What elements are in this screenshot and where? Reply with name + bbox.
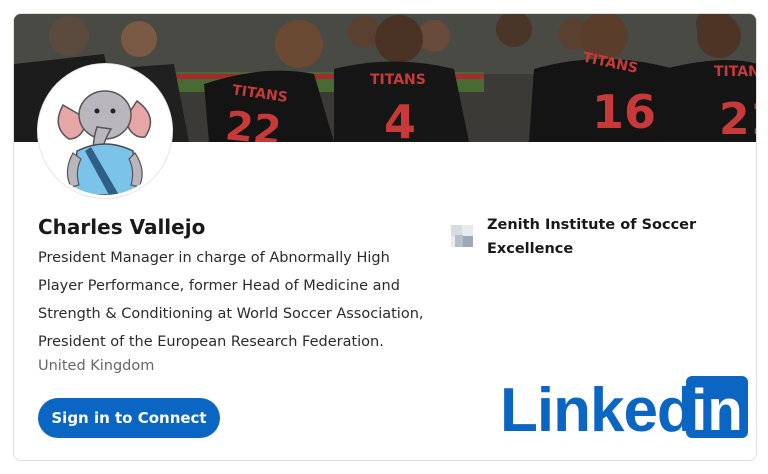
company-logo-icon bbox=[451, 225, 473, 247]
linkedin-badge-text: in bbox=[691, 378, 743, 440]
jersey-text-2: TITANS bbox=[370, 72, 426, 88]
linkedin-logo-text: Linked bbox=[500, 376, 694, 440]
jersey-text-4: TITANS bbox=[714, 64, 757, 80]
jersey-number-4: 21 bbox=[719, 94, 757, 142]
profile-location: United Kingdom bbox=[38, 358, 155, 374]
profile-name: Charles Vallejo bbox=[38, 215, 206, 239]
jersey-number-1: 22 bbox=[223, 103, 283, 142]
profile-card: TITANS 22 TITANS 4 TITANS 16 TITANS 21 bbox=[13, 13, 757, 461]
linkedin-logo[interactable]: Linked in bbox=[500, 376, 748, 445]
jersey-number-2: 4 bbox=[384, 95, 416, 142]
sign-in-to-connect-button[interactable]: Sign in to Connect bbox=[38, 398, 220, 438]
company-name[interactable]: Zenith Institute of Soccer Excellence bbox=[487, 213, 707, 261]
jersey-number-3: 16 bbox=[592, 85, 656, 139]
profile-headline: President Manager in charge of Abnormall… bbox=[38, 250, 424, 350]
avatar bbox=[38, 64, 172, 198]
